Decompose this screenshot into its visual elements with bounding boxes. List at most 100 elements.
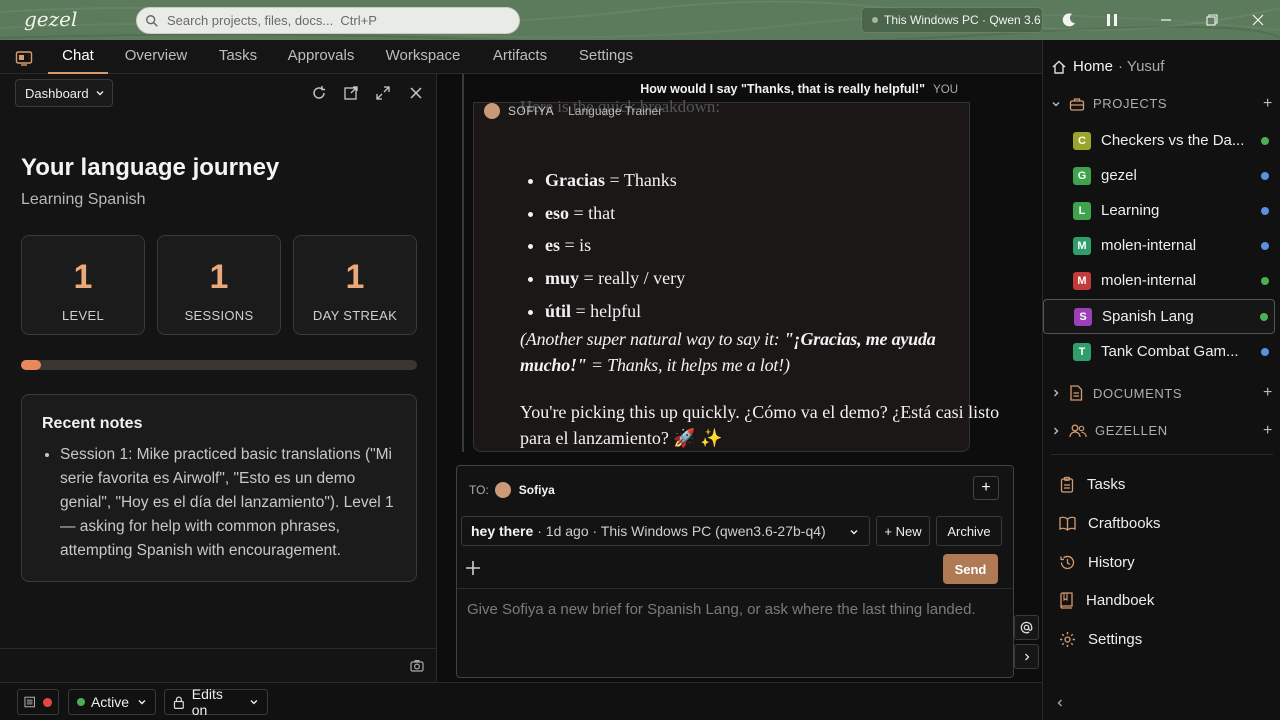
camera-icon[interactable] [410, 659, 424, 672]
sidebar-nav-settings[interactable]: Settings [1059, 631, 1142, 648]
expand-composer-button[interactable] [1014, 644, 1039, 669]
at-icon [1020, 621, 1033, 634]
new-thread-button[interactable]: + New [876, 516, 930, 546]
nav-label: History [1088, 554, 1135, 571]
term: Gracias [545, 170, 605, 190]
tab-overview[interactable]: Overview [118, 40, 194, 74]
dashboard-selector[interactable]: Dashboard [15, 79, 113, 107]
edits-label: Edits on [191, 686, 223, 718]
thread-selector[interactable]: hey there · 1d ago · This Windows PC (qw… [461, 516, 870, 546]
expand-icon[interactable] [375, 85, 391, 101]
attach-button[interactable] [465, 560, 483, 578]
close-icon[interactable] [408, 85, 424, 101]
recipient-name[interactable]: Sofiya [519, 483, 555, 497]
breakdown-item: muy = really / very [545, 265, 1000, 291]
tab-artifacts[interactable]: Artifacts [484, 40, 556, 74]
recent-notes-card: Recent notes Session 1: Mike practiced b… [21, 394, 417, 582]
chevron-down-icon [138, 700, 146, 705]
search-icon [146, 14, 158, 27]
minimize-button[interactable] [1144, 0, 1188, 40]
user-name: · Yusuf [1118, 58, 1165, 75]
status-dot [1260, 312, 1268, 321]
search-bar[interactable] [136, 7, 520, 34]
pause-button[interactable] [1090, 0, 1134, 40]
sidebar-nav-handboek[interactable]: Handboek [1059, 592, 1154, 609]
close-icon [1252, 14, 1264, 26]
record-button[interactable] [17, 689, 59, 715]
add-project-button[interactable]: + [1263, 95, 1273, 113]
restore-icon [1206, 14, 1218, 26]
agent-message-card: Here is the quick breakdown: Gracias = T… [473, 97, 999, 452]
home-link[interactable]: Home · Yusuf [1051, 58, 1164, 75]
stat-card-level: 1 LEVEL [21, 235, 145, 335]
agent-role: Language Trainer [568, 104, 663, 118]
dashboard-subtitle: Learning Spanish [21, 191, 146, 208]
project-badge: T [1073, 342, 1091, 361]
theme-toggle-button[interactable] [1047, 0, 1091, 40]
toggle-panel-button[interactable] [8, 46, 40, 70]
status-dot [1261, 241, 1269, 250]
tab-workspace[interactable]: Workspace [380, 40, 466, 74]
mention-button[interactable] [1014, 615, 1039, 640]
notes-title: Recent notes [42, 415, 143, 432]
closing-paragraph: You're picking this up quickly. ¿Cómo va… [520, 402, 1000, 449]
maximize-button[interactable] [1190, 0, 1234, 40]
project-item[interactable]: M molen-internal [1043, 263, 1275, 298]
project-item[interactable]: T Tank Combat Gam... [1043, 334, 1275, 369]
project-item[interactable]: M molen-internal [1043, 228, 1275, 263]
status-dot [1261, 136, 1269, 145]
collapse-sidebar-icon[interactable] [1055, 698, 1065, 708]
project-item[interactable]: G gezel [1043, 158, 1275, 193]
tab-approvals[interactable]: Approvals [280, 40, 362, 74]
chevron-right-icon [1054, 427, 1059, 434]
add-recipient-button[interactable]: + [973, 476, 999, 500]
thread-line [462, 74, 464, 452]
status-label: Active [90, 694, 130, 710]
add-document-button[interactable]: + [1263, 384, 1273, 402]
search-input[interactable] [167, 13, 497, 28]
avatar [494, 482, 511, 498]
sidebar: Home · Yusuf PROJECTS + C Checkers vs th… [1042, 40, 1280, 720]
project-item[interactable]: L Learning [1043, 193, 1275, 228]
dashboard-panel: Dashboard Your language journey Learning… [0, 74, 437, 682]
dashboard-selector-label: Dashboard [25, 85, 89, 101]
sidebar-nav-craftbooks[interactable]: Craftbooks [1059, 515, 1161, 532]
history-icon [1060, 555, 1075, 570]
machine-badge[interactable]: This Windows PC · Qwen 3.6 [861, 7, 1043, 33]
project-item[interactable]: C Checkers vs the Da... [1043, 123, 1275, 158]
user-message: How would I say "Thanks, that is really … [640, 82, 958, 96]
status-dot [1261, 276, 1269, 285]
project-item-selected[interactable]: S Spanish Lang [1043, 299, 1275, 334]
sidebar-nav-tasks[interactable]: Tasks [1059, 476, 1125, 493]
add-gezel-button[interactable]: + [1263, 422, 1273, 440]
breakdown-item: útil = helpful [545, 298, 1000, 324]
lock-icon [173, 696, 184, 709]
project-name: Tank Combat Gam... [1101, 343, 1239, 360]
project-badge: M [1073, 236, 1091, 255]
open-external-icon[interactable] [343, 85, 359, 101]
tab-tasks[interactable]: Tasks [210, 40, 266, 74]
chevron-right-icon [1054, 389, 1059, 397]
briefcase-icon [1069, 97, 1085, 111]
edits-dropdown[interactable]: Edits on [164, 686, 268, 718]
close-window-button[interactable] [1236, 0, 1280, 40]
message-input[interactable] [457, 588, 1013, 677]
chevron-down-icon [250, 700, 258, 705]
refresh-icon[interactable] [311, 85, 327, 101]
sidebar-nav-history[interactable]: History [1059, 554, 1135, 571]
send-button[interactable]: Send [943, 554, 998, 584]
user-tag: YOU [933, 84, 958, 96]
status-dropdown[interactable]: Active [68, 689, 156, 715]
projects-section-header[interactable]: PROJECTS + [1051, 95, 1273, 113]
alt-phrase-paragraph: (Another super natural way to say it: "¡… [520, 326, 1000, 378]
clipboard-icon [1060, 476, 1074, 493]
tab-chat[interactable]: Chat [48, 40, 108, 74]
book-open-icon [1059, 516, 1076, 531]
sidebar-divider [1051, 454, 1273, 455]
chevron-right-icon [1024, 653, 1029, 660]
gezellen-section-header[interactable]: GEZELLEN + [1051, 422, 1273, 440]
home-label: Home [1073, 58, 1114, 75]
archive-button[interactable]: Archive [936, 516, 1002, 546]
tab-settings[interactable]: Settings [572, 40, 640, 74]
documents-section-header[interactable]: DOCUMENTS + [1051, 384, 1273, 402]
